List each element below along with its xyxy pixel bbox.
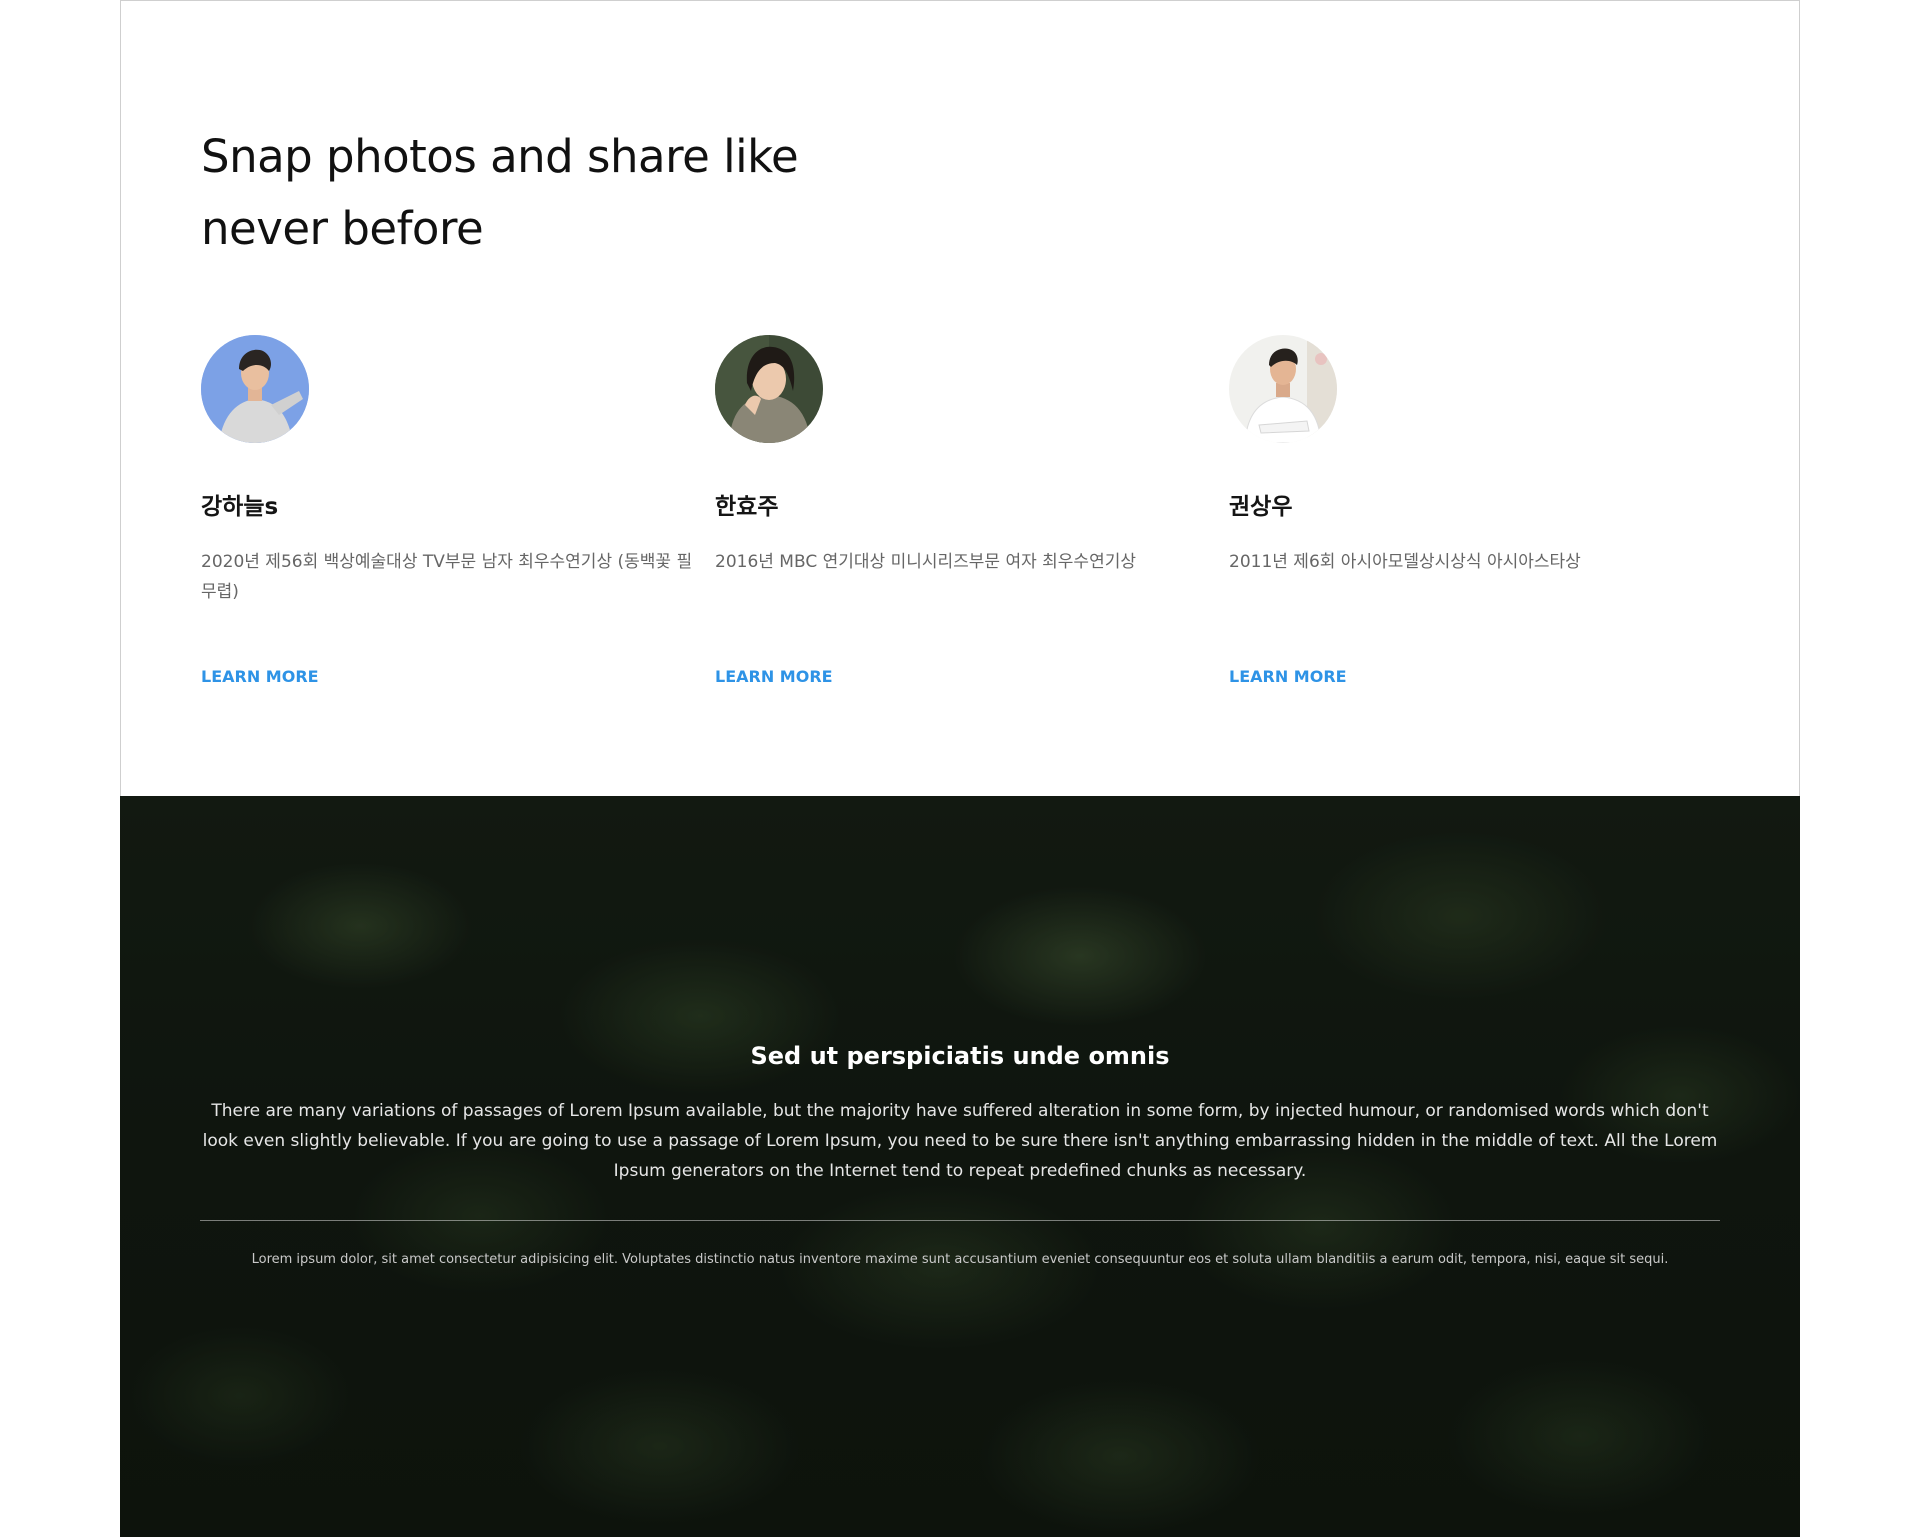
profile-name: 권상우 bbox=[1229, 494, 1293, 520]
profile-card-1: 강하늘s 2020년 제56회 백상예술대상 TV부문 남자 최우수연기상 (동… bbox=[201, 335, 701, 715]
learn-more-link[interactable]: LEARN MORE bbox=[715, 667, 833, 686]
profile-description: 2016년 MBC 연기대상 미니시리즈부문 여자 최우수연기상 bbox=[715, 552, 1136, 572]
profile-list: 강하늘s 2020년 제56회 백상예술대상 TV부문 남자 최우수연기상 (동… bbox=[201, 335, 1741, 715]
banner-title: Sed ut perspiciatis unde omnis bbox=[750, 1042, 1170, 1070]
learn-more-link[interactable]: LEARN MORE bbox=[201, 667, 319, 686]
avatar bbox=[1229, 335, 1337, 443]
avatar-photo-1 bbox=[201, 335, 309, 443]
avatar bbox=[715, 335, 823, 443]
avatar bbox=[201, 335, 309, 443]
section-heading: Snap photos and share like never before bbox=[201, 121, 901, 265]
avatar-photo-2 bbox=[715, 335, 823, 443]
profile-name: 한효주 bbox=[715, 494, 779, 520]
avatar-photo-3 bbox=[1229, 335, 1337, 443]
divider bbox=[200, 1220, 1720, 1221]
profile-description: 2011년 제6회 아시아모델상시상식 아시아스타상 bbox=[1229, 552, 1581, 572]
forest-banner: Sed ut perspiciatis unde omnis There are… bbox=[120, 796, 1800, 1537]
learn-more-link[interactable]: LEARN MORE bbox=[1229, 667, 1347, 686]
profiles-section: Snap photos and share like never before bbox=[120, 0, 1800, 797]
profile-description: 2020년 제56회 백상예술대상 TV부문 남자 최우수연기상 (동백꽃 필 … bbox=[201, 552, 693, 602]
profile-card-3: 권상우 2011년 제6회 아시아모델상시상식 아시아스타상 LEARN MOR… bbox=[1229, 335, 1729, 715]
banner-text: There are many variations of passages of… bbox=[202, 1101, 1718, 1181]
page-frame: Snap photos and share like never before bbox=[120, 0, 1800, 1537]
heading-line-2: never before bbox=[201, 202, 484, 255]
profile-card-2: 한효주 2016년 MBC 연기대상 미니시리즈부문 여자 최우수연기상 LEA… bbox=[715, 335, 1215, 715]
profile-name: 강하늘s bbox=[201, 494, 279, 520]
heading-line-1: Snap photos and share like bbox=[201, 130, 799, 183]
banner-footnote: Lorem ipsum dolor, sit amet consectetur … bbox=[251, 1252, 1669, 1267]
